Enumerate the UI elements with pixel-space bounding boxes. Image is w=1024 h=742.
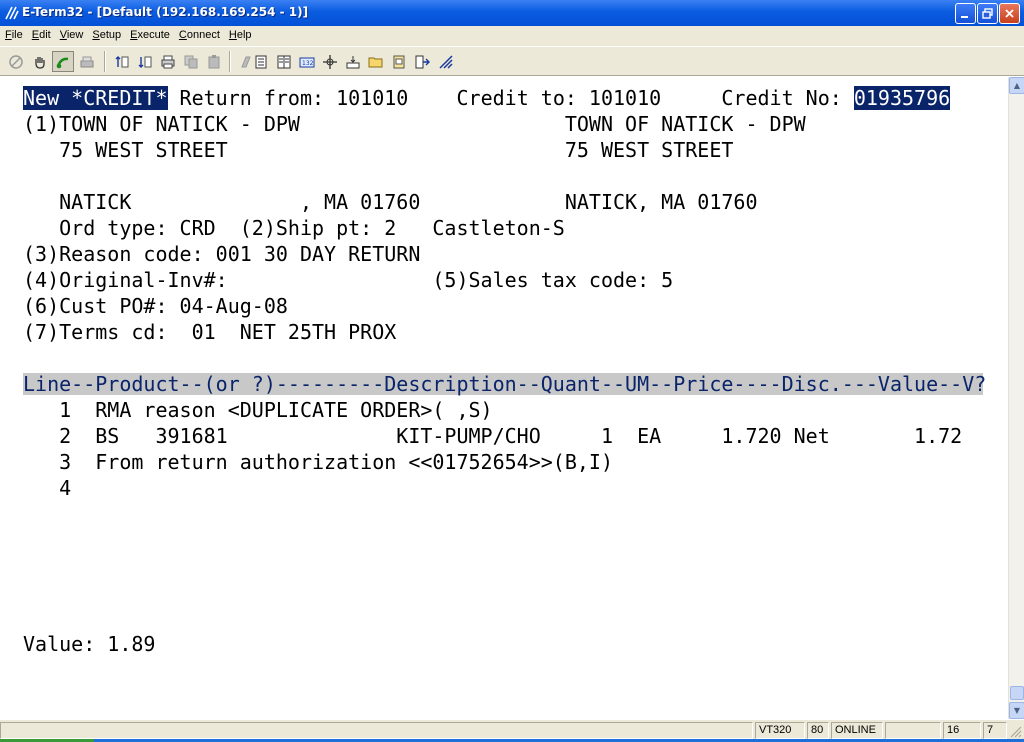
terms-line: (7)Terms cd: 01 NET 25TH PROX [23, 320, 397, 344]
credit-header-line: New *CREDIT* Return from: 101010 Credit … [23, 86, 951, 110]
number-button[interactable]: 132 [296, 51, 318, 72]
credit-number: 01935796 [853, 86, 951, 110]
cursor-col: 7 [983, 722, 1007, 739]
print-screen-icon [80, 56, 94, 67]
terminal-screen[interactable]: New *CREDIT* Return from: 101010 Credit … [0, 77, 1008, 719]
connection-state: ONLINE [831, 722, 883, 739]
svg-text:132: 132 [302, 60, 314, 67]
connect-button[interactable] [52, 51, 74, 72]
order-type-line: Ord type: CRD (2)Ship pt: 2 Castleton-S [23, 216, 565, 240]
line-item: 2 BS 391681 KIT-PUMP/CHO 1 EA 1.720 Net … [23, 424, 963, 448]
tray-icon [346, 55, 360, 68]
exit-button[interactable] [411, 51, 433, 72]
restore-icon [982, 8, 993, 19]
columns-icon [277, 55, 291, 68]
menu-view[interactable]: View [55, 26, 88, 45]
cursor-row: 16 [943, 722, 981, 739]
menu-bar: File Edit View Setup Execute Connect Help [0, 26, 1024, 46]
tray-button[interactable] [342, 51, 364, 72]
scroll-thumb[interactable] [1010, 686, 1024, 700]
vertical-scrollbar[interactable]: ▲ ▼ [1008, 77, 1024, 719]
chevron-down-icon: ▼ [1013, 706, 1021, 715]
resize-button[interactable] [435, 51, 457, 72]
menu-setup[interactable]: Setup [87, 26, 125, 45]
menu-connect[interactable]: Connect [174, 26, 224, 45]
return-credit-info: Return from: 101010 Credit to: 101010 Cr… [167, 86, 854, 110]
column-count: 80 [807, 722, 829, 739]
minimize-button[interactable] [955, 3, 976, 24]
cross-button[interactable] [319, 51, 341, 72]
scroll-down-button[interactable]: ▼ [1009, 702, 1024, 719]
clipboard-icon [393, 55, 405, 68]
folder-icon [368, 57, 383, 67]
printer-icon [161, 55, 175, 68]
copy-icon [184, 55, 198, 68]
status-message [0, 722, 753, 739]
close-icon [1005, 9, 1014, 18]
new-credit-label: New *CREDIT* [23, 86, 168, 110]
status-bar: VT320 80 ONLINE 16 7 [0, 719, 1024, 739]
cross-icon [323, 54, 337, 69]
chevron-up-icon: ▲ [1013, 81, 1021, 90]
transfer-down-button[interactable] [134, 51, 156, 72]
paste-button[interactable] [203, 51, 225, 72]
disconnect-icon [9, 54, 23, 69]
transfer-up-icon [115, 55, 129, 67]
exit-icon [415, 55, 430, 68]
restore-button[interactable] [977, 3, 998, 24]
terminal-type: VT320 [755, 722, 805, 739]
toolbar: 132 [0, 46, 1024, 76]
print-screen-button[interactable] [76, 51, 98, 72]
title-bar: E-Term32 - [Default (192.168.169.254 - 1… [0, 0, 1024, 26]
line-item: 1 RMA reason <DUPLICATE ORDER>( ,S) [23, 398, 493, 422]
connect-icon [56, 57, 69, 68]
window-title: E-Term32 - [Default (192.168.169.254 - 1… [22, 5, 309, 19]
original-invoice-line: (4)Original-Inv#: (5)Sales tax code: 5 [23, 268, 674, 292]
reason-code-line: (3)Reason code: 001 30 DAY RETURN [23, 242, 421, 266]
disconnect-button[interactable] [5, 51, 27, 72]
customer-po-line: (6)Cust PO#: 04-Aug-08 [23, 294, 288, 318]
resize-icon [439, 54, 453, 69]
folder-button[interactable] [365, 51, 387, 72]
menu-help[interactable]: Help [224, 26, 256, 45]
line-item: 3 From return authorization <<01752654>>… [23, 450, 614, 474]
customer-name-line: (1)TOWN OF NATICK - DPW TOWN OF NATICK -… [23, 112, 806, 136]
number-icon: 132 [299, 57, 315, 67]
status-empty [885, 722, 941, 739]
hand-icon [35, 56, 45, 69]
clipboard-button[interactable] [388, 51, 410, 72]
page-button[interactable] [250, 51, 272, 72]
copy-button[interactable] [180, 51, 202, 72]
transfer-down-icon [138, 56, 152, 68]
menu-execute[interactable]: Execute [125, 26, 174, 45]
paste-icon [208, 54, 220, 68]
app-icon [4, 5, 20, 21]
print-button[interactable] [157, 51, 179, 72]
resize-grip-icon[interactable] [1008, 724, 1022, 738]
transfer-up-button[interactable] [111, 51, 133, 72]
column-header: Line--Product--(or ?)---------Descriptio… [23, 372, 987, 396]
line-item: 4 [23, 476, 72, 500]
menu-edit[interactable]: Edit [27, 26, 55, 45]
total-value: Value: 1.89 [23, 632, 156, 656]
columns-button[interactable] [273, 51, 295, 72]
minimize-icon [961, 16, 968, 18]
scroll-up-button[interactable]: ▲ [1009, 77, 1024, 94]
page-icon [255, 55, 267, 68]
menu-file[interactable]: File [0, 26, 27, 45]
close-button[interactable] [999, 3, 1020, 24]
city-state-line: NATICK , MA 01760 NATICK, MA 01760 [23, 190, 758, 214]
street-address-line: 75 WEST STREET 75 WEST STREET [23, 138, 734, 162]
hand-button[interactable] [29, 51, 51, 72]
